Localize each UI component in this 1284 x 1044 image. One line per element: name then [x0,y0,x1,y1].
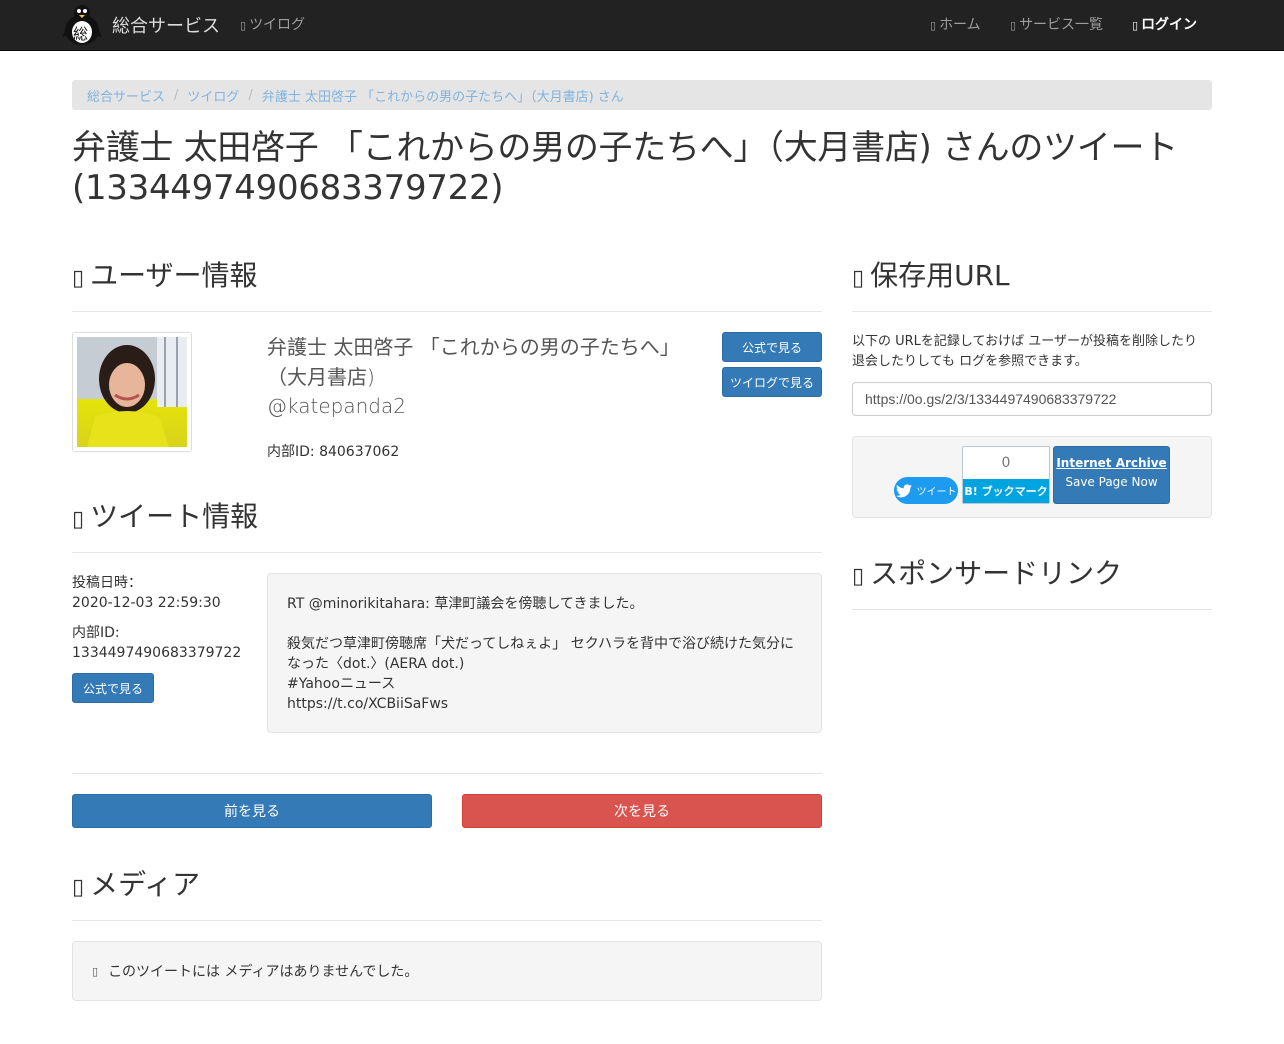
nav-home[interactable]: ▯ ホーム [930,0,981,51]
breadcrumb-twilog[interactable]: ツイログ [187,86,239,105]
avatar[interactable] [72,332,192,452]
tweet-info-heading: ▯ ツイート情報 [72,500,258,537]
user-official-button[interactable]: 公式で見る [722,332,822,362]
tweet-id-label: 内部ID: [72,625,120,641]
user-info-heading-text: ユーザー情報 [90,259,258,292]
avatar-photo [77,337,187,447]
tweet-official-button[interactable]: 公式で見る [72,673,154,703]
user-display-name: 弁護士 太田啓子 「これからの男の子たちへ」（大月書店) [267,335,670,389]
bullhorn-icon: ▯ [852,564,865,589]
nav-services-label: サービス一覧 [1019,17,1104,33]
user-internal-id: 内部ID: 840637062 [267,444,400,460]
tweet-line: #Yahooニュース [287,676,396,692]
page-title: 弁護士 太田啓子 「これからの男の子たちへ」（大月書店) さんのツイート (13… [72,128,1178,208]
sponsor-heading-text: スポンサードリンク [870,557,1123,590]
divider [852,609,1212,610]
breadcrumb-separator: / [174,87,179,103]
divider [72,773,822,774]
tweet-share-label: ツイート [916,487,957,498]
logo-char: 総 [73,25,89,43]
navbar: 総 総合サービス ▯ ツイログ ▯ ホーム ▯ サービス一覧 ▯ ログイン [0,0,1284,51]
media-empty-notice: ▯ このツイートには メディアはありませんでした。 [72,941,822,1001]
nav-home-label: ホーム [939,17,981,33]
login-icon: ▯ [1132,19,1139,32]
user-screen-name: @katepanda2 [267,394,406,418]
nav-twilog-label: ツイログ [249,17,306,33]
posted-value: 2020-12-03 22:59:30 [72,595,221,611]
divider [72,920,822,921]
penguin-logo-icon: 総 [60,3,104,47]
breadcrumb: 総合サービス / ツイログ / 弁護士 太田啓子 「これからの男の子たちへ」（大… [72,80,1212,110]
posted-label: 投稿日時： [72,575,142,591]
user-twilog-button[interactable]: ツイログで見る [722,367,822,397]
hatena-count: 0 [1001,455,1011,471]
info-icon: ▯ [92,964,99,978]
ia-subtitle: Save Page Now [1065,475,1158,489]
divider [72,552,822,553]
tweet-body: RT @minorikitahara: 草津町議会を傍聴してきました。 殺気だつ… [267,573,822,733]
divider [72,311,822,312]
tweet-line: なった〈dot.〉(AERA dot.) [287,656,465,672]
tweet-info-heading-text: ツイート情報 [90,500,259,533]
tweet-line [287,614,802,634]
tweet-line: RT @minorikitahara: 草津町議会を傍聴してきました。 [287,596,644,612]
breadcrumb-home[interactable]: 総合サービス [87,86,165,105]
media-heading: ▯ メディア [72,868,200,905]
list-icon: ▯ [1010,19,1017,32]
media-empty-text: このツイートには メディアはありませんでした。 [108,964,419,980]
tweet-id-value: 1334497490683379722 [72,645,242,661]
internet-archive-button[interactable]: Internet Archive Save Page Now [1053,446,1170,504]
tweet-link[interactable]: https://t.co/XCBiiSaFws [287,694,802,714]
save-url-description: 以下の URLを記録しておけば ユーザーが投稿を削除したり 退会したりしても ロ… [852,334,1198,369]
nav-login[interactable]: ▯ ログイン [1132,0,1197,51]
user-icon: ▯ [72,266,85,291]
home-icon: ▯ [930,19,937,32]
brand-name: 総合サービス [112,16,220,37]
brand-link[interactable]: 総 総合サービス [60,2,220,48]
save-url-heading: ▯ 保存用URL [852,259,1010,296]
comment-icon: ▯ [72,507,85,532]
user-info-heading: ▯ ユーザー情報 [72,259,258,296]
breadcrumb-user[interactable]: 弁護士 太田啓子 「これからの男の子たちへ」（大月書店) さん [262,86,624,105]
twitter-bird-icon [895,483,912,497]
ia-title: Internet Archive [1056,456,1167,470]
divider [852,311,1212,312]
breadcrumb-separator: / [248,87,253,103]
save-url-heading-text: 保存用URL [870,259,1010,292]
media-heading-text: メディア [90,868,201,901]
save-url-input[interactable]: https://0o.gs/2/3/1334497490683379722 [852,382,1212,416]
nav-twilog-icon: ▯ [240,19,247,32]
tweet-line: 殺気だつ草津町傍聴席「犬だってしねぇよ」 セクハラを背中で浴び続けた気分に [287,636,795,652]
nav-login-label: ログイン [1141,17,1198,33]
hatena-bookmark-widget[interactable]: 0 B! ブックマーク [962,446,1050,504]
hatena-bookmark-button[interactable]: B! ブックマーク [963,479,1049,503]
next-button[interactable]: 次を見る [462,794,822,828]
nav-services[interactable]: ▯ サービス一覧 [1010,0,1103,51]
prev-button[interactable]: 前を見る [72,794,432,828]
picture-icon: ▯ [72,875,85,900]
tweet-share-button[interactable]: ツイート [894,477,958,504]
link-icon: ▯ [852,266,865,291]
sponsor-heading: ▯ スポンサードリンク [852,557,1122,594]
nav-twilog[interactable]: ▯ ツイログ [240,0,305,51]
